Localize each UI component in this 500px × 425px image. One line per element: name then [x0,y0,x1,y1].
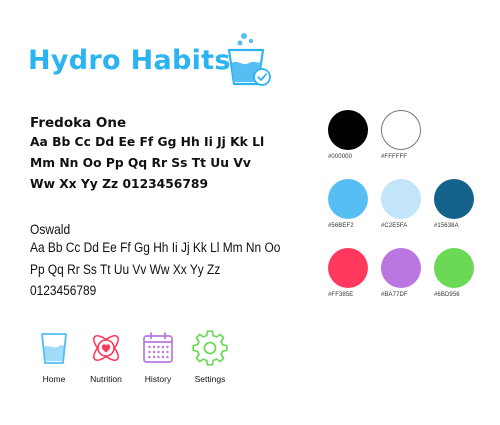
font-sample-line: Aa Bb Cc Dd Ee Ff Gg Hh Ii Jj Kk Ll [30,135,265,149]
swatch-hex-label: #56BEF2 [328,223,354,229]
nav-icon-set: Home Nutrition History Settings [28,330,236,384]
color-swatch [434,179,474,219]
calendar-icon [143,332,173,363]
color-swatch [381,248,421,288]
nav-item-nutrition[interactable]: Nutrition [80,330,132,384]
color-swatch [328,110,368,150]
swatch-cell: #FFFFFF [381,110,427,160]
nav-item-settings[interactable]: Settings [184,330,236,384]
swatch-cell: #FF385E [328,248,374,298]
color-swatch [381,179,421,219]
font-name: Oswald [30,221,71,237]
nav-item-home[interactable]: Home [28,330,80,384]
swatch-hex-label: #C2E5FA [381,223,408,229]
swatch-hex-label: #6BD956 [434,292,460,298]
font-sample-line: Aa Bb Cc Dd Ee Ff Gg Hh Ii Jj Kk Ll Mm N… [30,240,281,256]
gear-icon [192,330,228,366]
swatch-hex-label: #15638A [434,223,459,229]
swatch-hex-label: #BA77DF [381,292,408,298]
swatch-cell: #000000 [328,110,374,160]
nav-label-history: History [144,374,172,384]
swatch-cell: #15638A [434,179,480,229]
swatch-hex-label: #000000 [328,154,353,160]
font-sample-line: 0123456789 [30,283,97,299]
swatch-hex-label: #FF385E [328,292,354,298]
font-sample-line: Mm Nn Oo Pp Qq Rr Ss Tt Uu Vv [30,156,251,170]
font-sample: Aa Bb Cc Dd Ee Ff Gg Hh Ii Jj Kk Ll Mm N… [30,238,280,303]
swatch-cell: #56BEF2 [328,179,374,229]
font-specimen-fredoka: Fredoka One Aa Bb Cc Dd Ee Ff Gg Hh Ii J… [30,114,264,195]
swatch-cell: #C2E5FA [381,179,427,229]
app-title: Hydro Habits [28,44,231,76]
water-glass-icon [41,333,67,364]
color-swatch [381,110,421,150]
brand-header: Hydro Habits [28,32,271,88]
nav-label-nutrition: Nutrition [90,374,122,384]
swatch-cell: #6BD956 [434,248,480,298]
font-sample-line: Pp Qq Rr Ss Tt Uu Vv Ww Xx Yy Zz [30,261,221,278]
nav-label-settings: Settings [194,374,226,384]
swatch-hex-label: #FFFFFF [381,154,408,160]
swatch-cell: #BA77DF [381,248,427,298]
water-glass-logo-icon [227,33,271,86]
font-sample-line: Ww Xx Yy Zz 0123456789 [30,177,209,191]
nav-label-home: Home [42,374,66,384]
color-swatch [434,248,474,288]
font-specimen-oswald: Oswald Aa Bb Cc Dd Ee Ff Gg Hh Ii Jj Kk … [30,220,328,303]
nav-item-history[interactable]: History [132,330,184,384]
font-name: Fredoka One [30,115,127,131]
color-swatch [328,179,368,219]
font-sample: Aa Bb Cc Dd Ee Ff Gg Hh Ii Jj Kk Ll Mm N… [30,132,264,195]
heart-atom-icon [92,334,120,362]
color-swatch [328,248,368,288]
